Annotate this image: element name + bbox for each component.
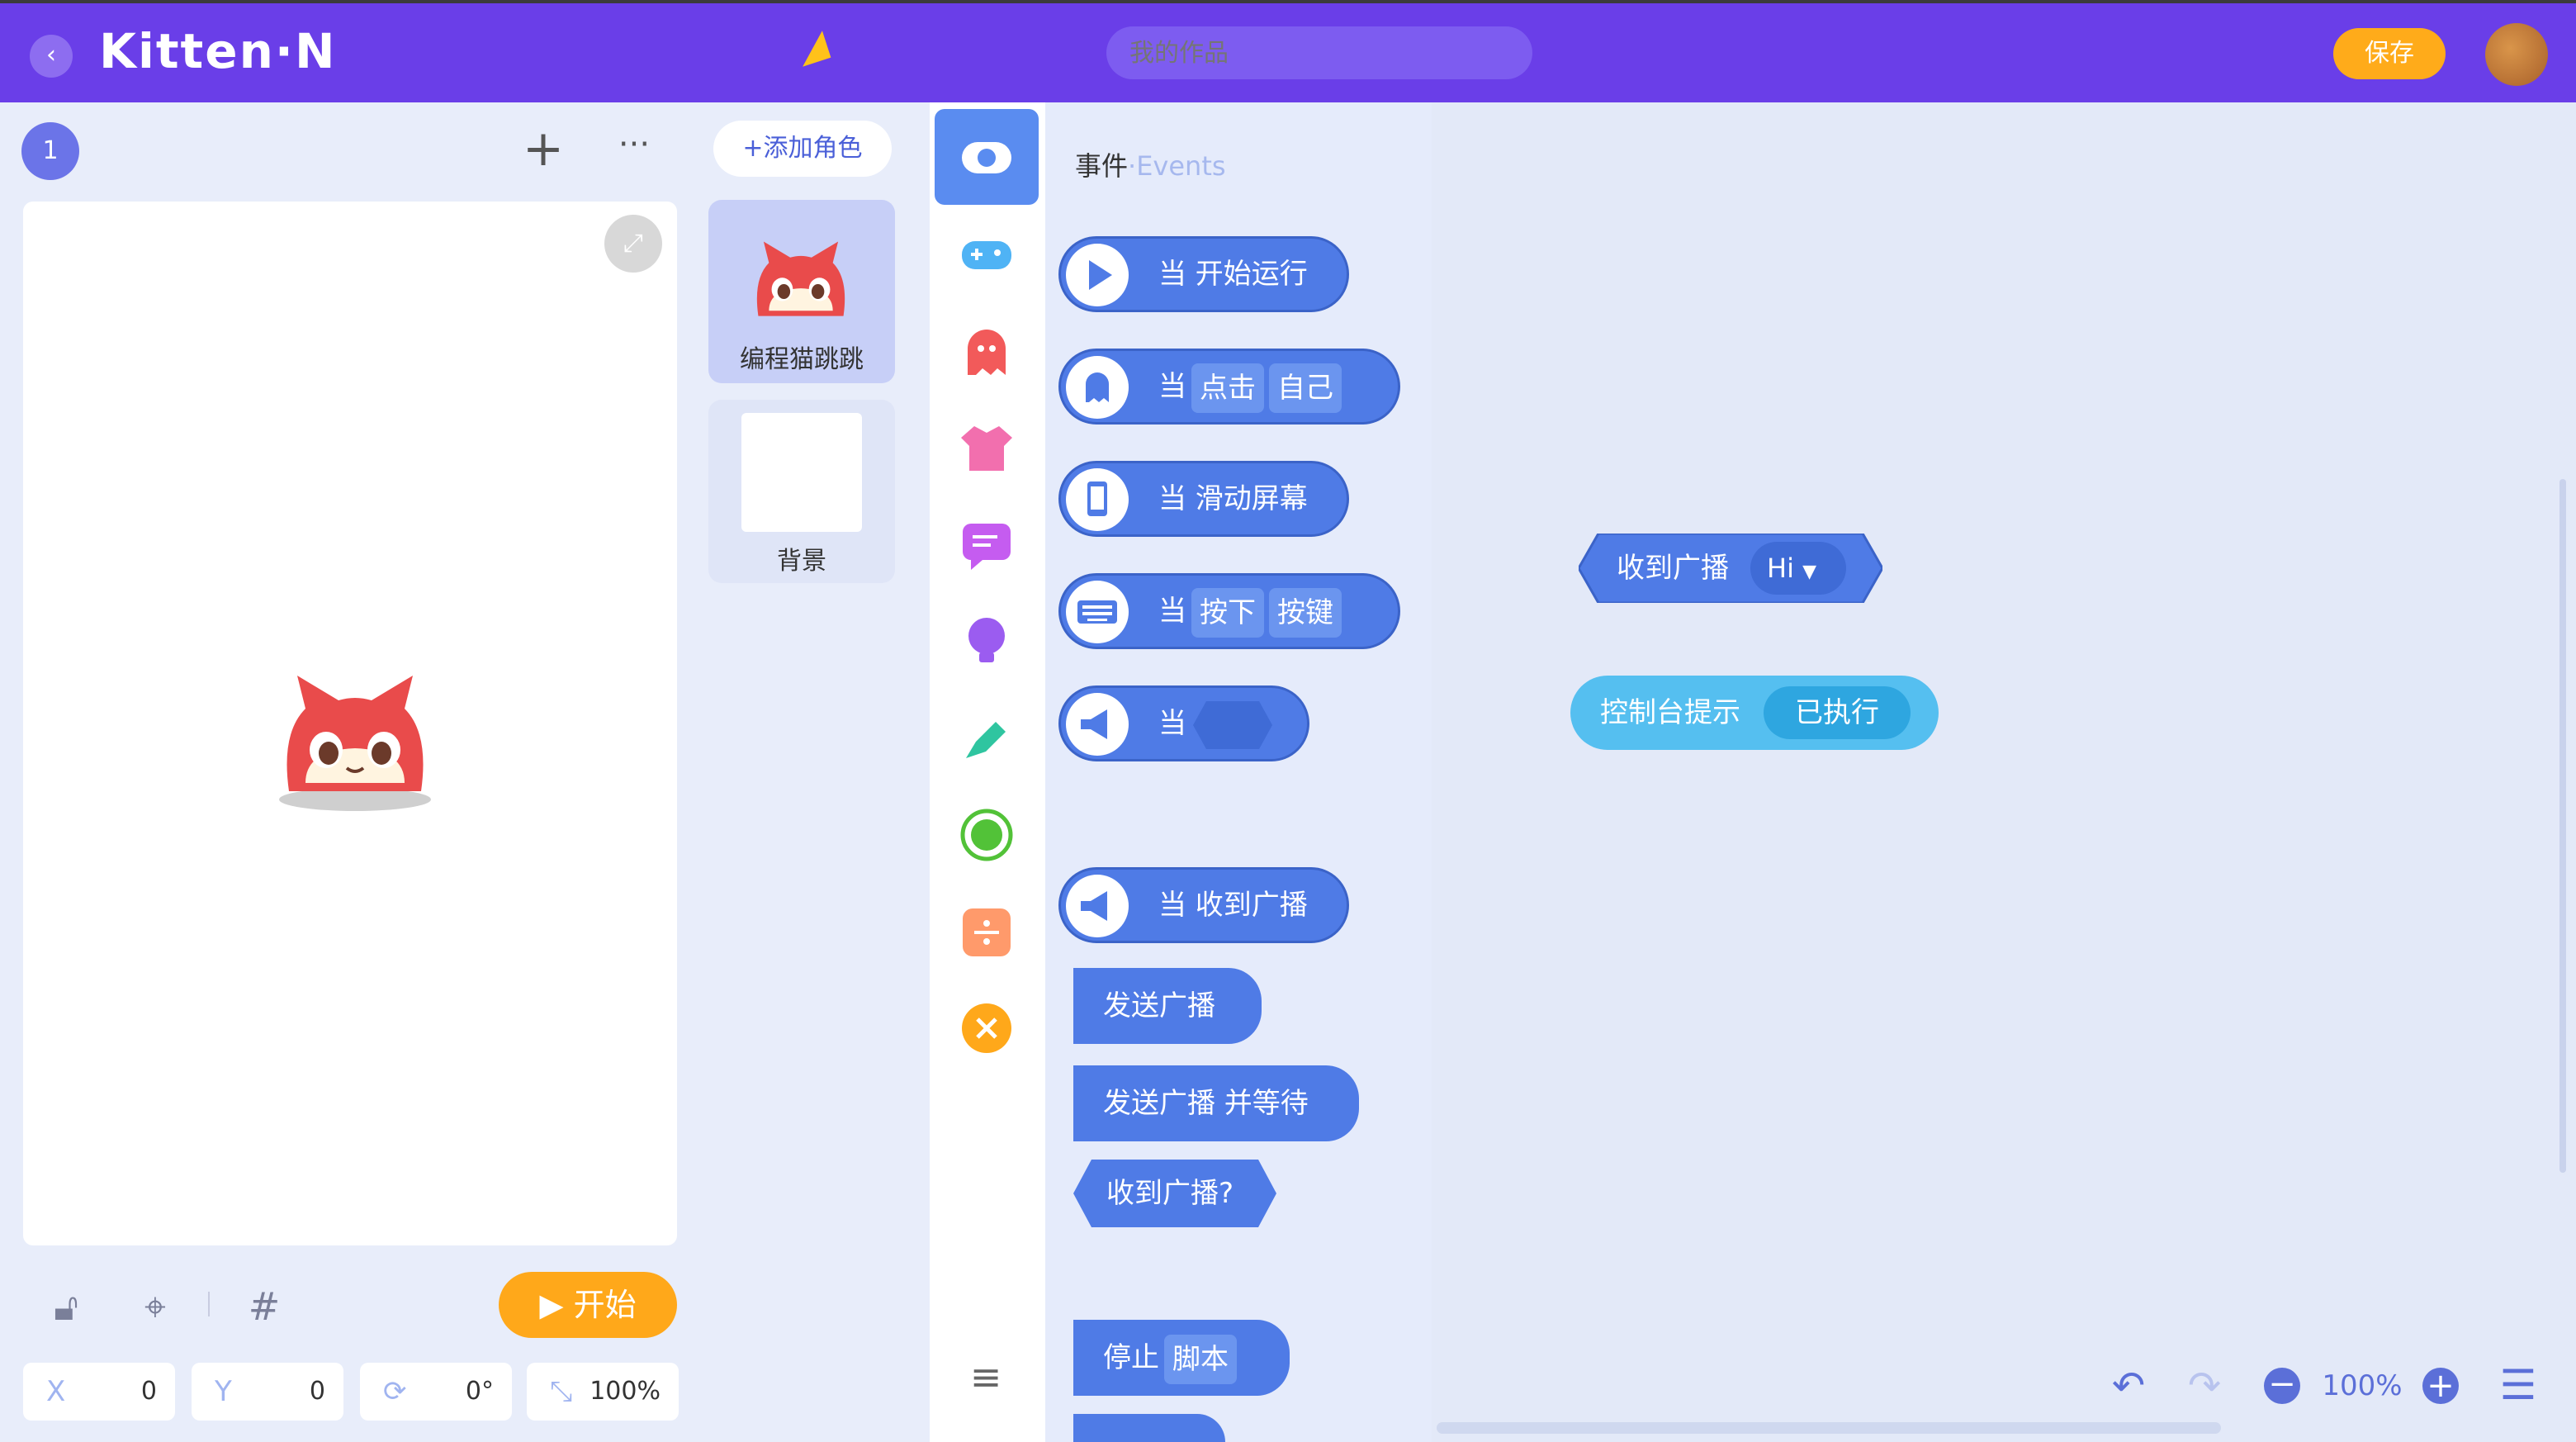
avatar[interactable]	[2485, 23, 2548, 86]
workspace-console-block[interactable]: 控制台提示 已执行	[1570, 676, 1939, 750]
shirt-icon[interactable]	[959, 421, 1014, 476]
workspace-horizontal-scrollbar[interactable]	[1437, 1422, 2221, 1434]
more-options-button[interactable]: ···	[609, 124, 659, 173]
play-icon: ▶	[539, 1287, 574, 1323]
menu-icon[interactable]: ≡	[961, 1354, 1011, 1399]
save-button[interactable]: 保存	[2333, 28, 2446, 79]
click-target-slot[interactable]: 自己	[1269, 363, 1342, 413]
start-label: 开始	[573, 1287, 637, 1323]
workspace-broadcast-label: 收到广播	[1617, 552, 1729, 585]
key-action-slot[interactable]: 按下	[1191, 587, 1264, 638]
gamepad-icon[interactable]	[959, 228, 1014, 282]
block-label: 当	[1158, 370, 1186, 403]
palette-title: 事件·Events	[1075, 145, 1226, 183]
click-type-slot[interactable]: 点击	[1191, 363, 1264, 413]
stop-target-slot[interactable]: 脚本	[1164, 1334, 1237, 1384]
block-send-broadcast[interactable]: 发送广播	[1073, 968, 1262, 1044]
rotation-field[interactable]: ⟳ 0°	[360, 1363, 512, 1421]
add-scene-button[interactable]: +	[519, 124, 568, 173]
fullscreen-icon[interactable]: ⤢	[604, 215, 662, 273]
block-when-start[interactable]: 当 开始运行	[1058, 236, 1349, 312]
block-when-receive-broadcast[interactable]: 当 收到广播	[1058, 867, 1349, 943]
play-icon	[1066, 244, 1129, 306]
block-stop[interactable]: 停止 脚本	[1073, 1320, 1290, 1396]
palette-title-en: ·Events	[1128, 150, 1226, 182]
ghost-icon	[1066, 356, 1129, 419]
rotation-value: 0°	[465, 1377, 494, 1406]
zoom-level: 100%	[2322, 1369, 2403, 1402]
block-send-broadcast-wait[interactable]: 发送广播 并等待	[1073, 1065, 1359, 1141]
category-rail	[930, 102, 1045, 1442]
scene-badge[interactable]: 1	[21, 122, 79, 180]
zoom-out-icon[interactable]: −	[2264, 1368, 2300, 1404]
block-label: 当	[1158, 707, 1186, 740]
y-field[interactable]: Y 0	[192, 1363, 343, 1421]
megaphone-icon	[1066, 875, 1129, 937]
toolbar-divider	[208, 1292, 210, 1316]
console-label: 控制台提示	[1600, 696, 1740, 729]
grid-icon[interactable]: #	[239, 1282, 289, 1331]
script-workspace[interactable]	[1432, 102, 2576, 1442]
block-label: 收到广播?	[1106, 1177, 1234, 1210]
hexagon-slot[interactable]	[1193, 701, 1272, 749]
circle-icon[interactable]	[959, 808, 1014, 862]
close-icon[interactable]	[959, 1001, 1014, 1055]
block-label: 当	[1158, 595, 1186, 628]
x-label: X	[46, 1375, 66, 1408]
add-sprite-button[interactable]: +添加角色	[713, 121, 892, 177]
y-value: 0	[309, 1377, 325, 1406]
phone-icon	[1066, 468, 1129, 531]
app-logo: Kitten·N	[99, 23, 337, 79]
resize-icon: ⤡	[550, 1375, 573, 1408]
background-label: 背景	[777, 547, 826, 576]
divide-icon[interactable]	[959, 905, 1014, 960]
back-button[interactable]: ‹	[30, 35, 73, 78]
work-name-input[interactable]	[1106, 26, 1532, 79]
block-label: 停止	[1103, 1341, 1159, 1374]
sprite-name: 编程猫跳跳	[740, 345, 864, 374]
scale-value: 100%	[590, 1377, 661, 1406]
y-label: Y	[215, 1375, 232, 1408]
rotate-icon: ⟳	[383, 1375, 407, 1408]
bulb-icon[interactable]	[959, 614, 1014, 669]
cat-sprite-image[interactable]	[272, 667, 438, 816]
background-thumbnail	[741, 413, 862, 532]
scale-field[interactable]: ⤡ 100%	[527, 1363, 679, 1421]
keyboard-icon	[1066, 581, 1129, 643]
redo-icon[interactable]: ↷	[2180, 1363, 2229, 1409]
x-field[interactable]: X 0	[23, 1363, 175, 1421]
events-icon[interactable]	[959, 130, 1014, 185]
broadcast-dropdown[interactable]: Hi ▼	[1750, 542, 1846, 595]
block-label: 当 收到广播	[1158, 889, 1308, 922]
zoom-in-icon[interactable]: +	[2422, 1368, 2459, 1404]
crosshair-icon[interactable]: ⌖	[130, 1282, 180, 1331]
megaphone-icon	[1066, 693, 1129, 756]
sprite-thumbnail	[756, 241, 845, 316]
ghost-icon[interactable]	[959, 324, 1014, 378]
block-label: 当 开始运行	[1158, 258, 1308, 291]
palette-title-cn: 事件	[1075, 150, 1129, 182]
block-partial[interactable]	[1073, 1414, 1225, 1442]
unlock-icon[interactable]: 🔓︎	[41, 1282, 91, 1331]
start-button[interactable]: ▶ 开始	[499, 1272, 677, 1338]
block-when-broadcast-value[interactable]: 当	[1058, 685, 1309, 761]
block-label: 当 滑动屏幕	[1158, 482, 1308, 515]
broadcast-value: Hi	[1767, 553, 1794, 584]
pen-icon[interactable]	[959, 710, 1014, 765]
dropdown-caret-icon: ▼	[1802, 562, 1817, 582]
block-when-key[interactable]: 当按下 按键	[1058, 573, 1400, 649]
undo-icon[interactable]: ↶	[2104, 1363, 2153, 1409]
x-value: 0	[140, 1377, 157, 1406]
block-when-clicked[interactable]: 当点击 自己	[1058, 349, 1400, 425]
key-slot[interactable]: 按键	[1269, 587, 1342, 638]
workspace-vertical-scrollbar[interactable]	[2559, 479, 2566, 1173]
block-when-swipe[interactable]: 当 滑动屏幕	[1058, 461, 1349, 537]
console-value[interactable]: 已执行	[1764, 686, 1911, 739]
align-blocks-icon[interactable]: ☰	[2493, 1361, 2543, 1409]
chat-icon[interactable]	[959, 519, 1014, 573]
